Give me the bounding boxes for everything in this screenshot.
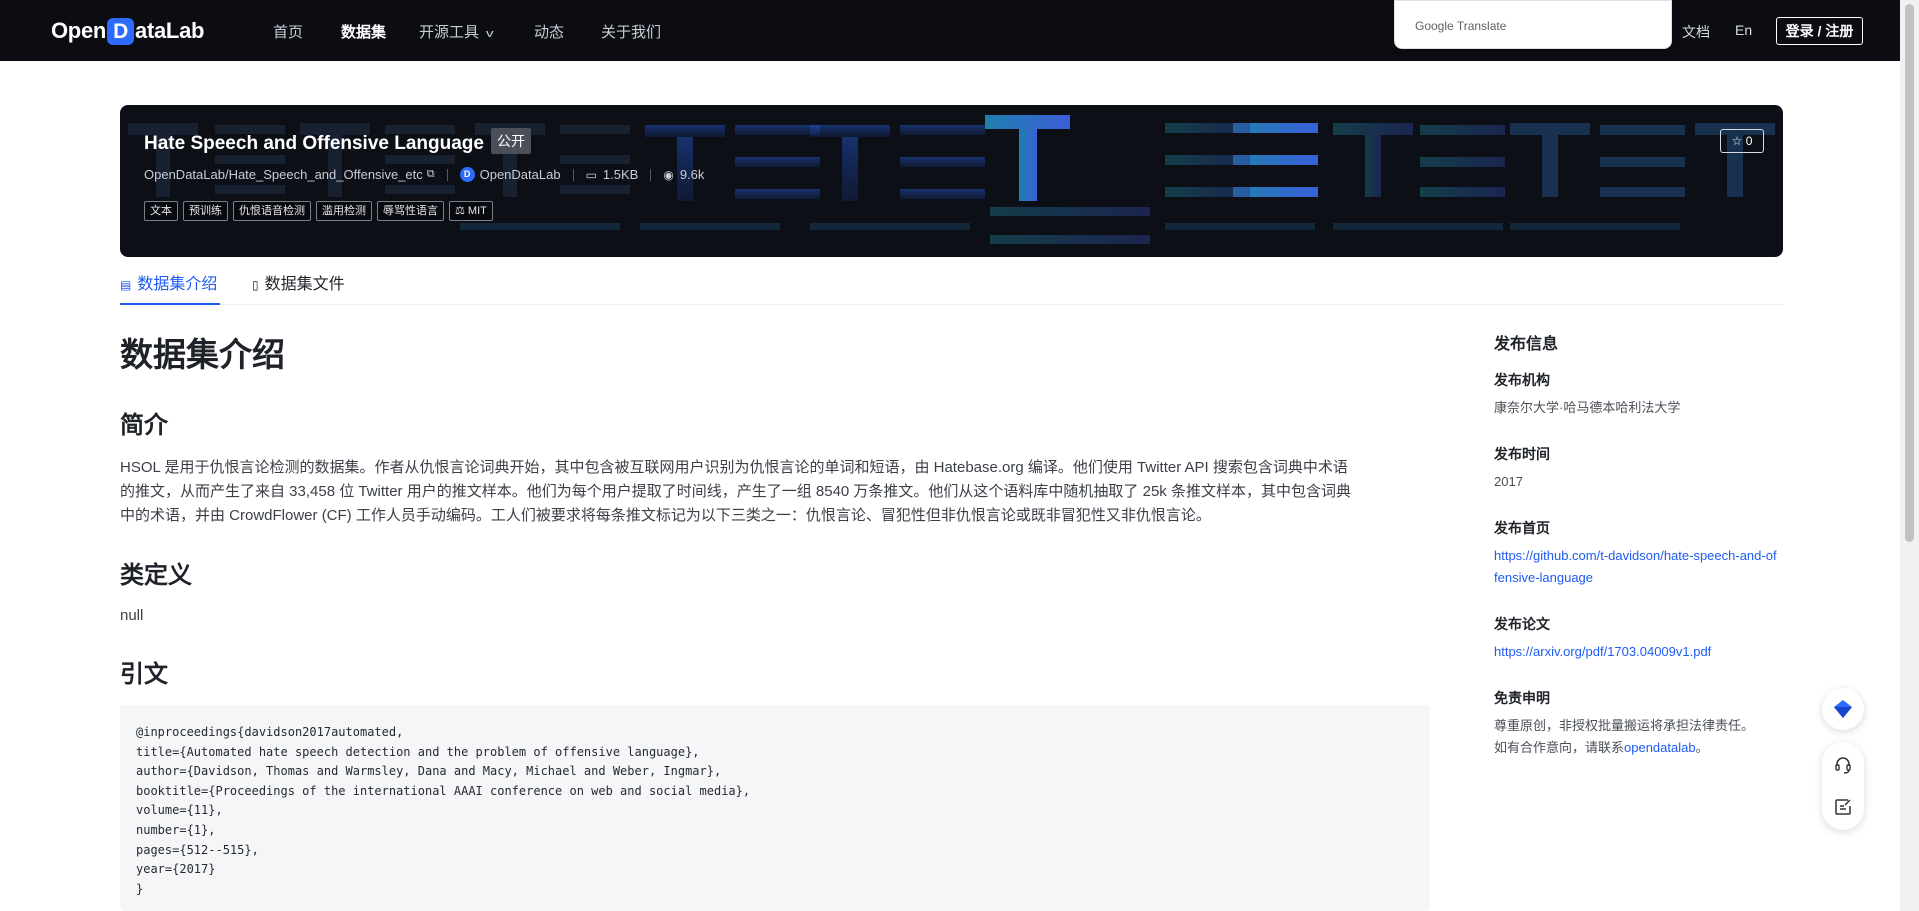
google-translate-label: Google Translate (1415, 19, 1507, 33)
tab-dataset-files-label: 数据集文件 (264, 276, 345, 293)
dataset-org[interactable]: OpenDataLab (480, 167, 561, 182)
float-action-group (1822, 742, 1864, 830)
release-time-label: 发布时间 (1494, 446, 1550, 462)
org-avatar: D (459, 167, 475, 182)
chevron-down-icon: v (485, 28, 494, 40)
meta-divider (572, 168, 574, 181)
nav-docs[interactable]: 文档 (1682, 22, 1710, 42)
dataset-views: 9.6k (679, 167, 705, 182)
star-count: 0 (1745, 134, 1753, 148)
customer-service-button[interactable] (1822, 744, 1864, 786)
nav-datasets[interactable]: 数据集 (341, 21, 386, 42)
headset-icon (1835, 757, 1851, 774)
disclaimer-suffix: 。 (1695, 740, 1709, 755)
intro-heading: 简介 (120, 412, 168, 439)
disclaimer-text: 尊重原创，非授权批量搬运将承担法律责任。 如有合作意向，请联系opendatal… (1494, 715, 1779, 759)
top-navbar: Open D ataLab 首页 数据集 开源工具 v 动态 关于我们 Googl… (0, 0, 1900, 61)
intro-line: 的推文，从而产生了来自 33,458 位 Twitter 用户的推文样本。他们为… (120, 483, 1351, 500)
code-line: title={Automated hate speech detection a… (136, 744, 700, 759)
google-translate-widget[interactable]: Google Translate (1394, 0, 1672, 49)
contact-link[interactable]: opendatalab (1624, 740, 1696, 755)
nav-tools[interactable]: 开源工具 v (419, 21, 494, 42)
feedback-button[interactable] (1822, 786, 1864, 828)
page-scrollbar[interactable] (1900, 0, 1919, 911)
copy-icon[interactable]: ⧉ (427, 168, 435, 181)
tag-abuse-detection[interactable]: 滥用检测 (316, 201, 372, 221)
publisher-label: 发布机构 (1494, 372, 1550, 388)
publisher-value: 康奈尔大学·哈马德本哈利法大学 (1494, 400, 1681, 415)
logo-mark: D (107, 17, 135, 45)
disclaimer-line: 尊重原创，非授权批量搬运将承担法律责任。 (1494, 718, 1755, 733)
dataset-tags: 文本 预训练 仇恨语音检测 滥用检测 辱骂性语言 ⚖ MIT (144, 201, 493, 221)
dataset-title: Hate Speech and Offensive Language (144, 133, 484, 154)
nav-tools-label: 开源工具 (419, 24, 480, 41)
citation-heading: 引文 (120, 661, 168, 688)
opendatalab-logo[interactable]: Open D ataLab (51, 17, 204, 45)
code-line: year={2017} (136, 862, 216, 877)
nav-news[interactable]: 动态 (534, 21, 564, 42)
visibility-badge: 公开 (491, 128, 531, 154)
tab-dataset-intro[interactable]: ▤ 数据集介绍 (120, 270, 220, 305)
code-line: booktitle={Proceedings of the internatio… (136, 783, 751, 798)
intro-line: 中的术语，并由 CrowdFlower (CF) 工作人员手动编码。工人们被要求… (120, 507, 1211, 524)
paper-label: 发布论文 (1494, 616, 1550, 632)
release-info-title: 发布信息 (1494, 336, 1559, 353)
code-line: } (136, 881, 144, 896)
eye-icon: ◉ (663, 167, 674, 182)
scale-icon: ⚖ (455, 205, 468, 217)
tag-text[interactable]: 文本 (144, 201, 178, 221)
nav-home[interactable]: 首页 (273, 21, 303, 42)
tag-offensive-language[interactable]: 辱骂性语言 (377, 201, 444, 221)
disclaimer-label: 免责申明 (1494, 690, 1550, 706)
disclaimer-prefix: 如有合作意向，请联系 (1494, 740, 1625, 755)
intro-paragraph: HSOL 是用于仇恨言论检测的数据集。作者从仇恨言论词典开始，其中包含被互联网用… (120, 456, 1430, 528)
page-heading: 数据集介绍 (120, 336, 285, 373)
code-line: number={1}, (136, 822, 216, 837)
class-definition-heading: 类定义 (120, 562, 192, 589)
diamond-icon (1834, 700, 1852, 718)
meta-divider (650, 168, 652, 181)
assistant-float-button[interactable] (1822, 688, 1864, 730)
tab-dataset-files[interactable]: ▯ 数据集文件 (252, 270, 345, 305)
file-icon: ▯ (252, 278, 259, 292)
tag-license[interactable]: ⚖ MIT (449, 201, 493, 221)
logo-text-left: Open (51, 18, 107, 43)
homepage-link[interactable]: https://github.com/t-davidson/hate-speec… (1494, 548, 1777, 585)
scrollbar-thumb[interactable] (1905, 4, 1914, 542)
login-register-button[interactable]: 登录 / 注册 (1776, 17, 1863, 45)
dataset-meta-row: OpenDataLab/Hate_Speech_and_Offensive_et… (144, 167, 704, 182)
intro-line: HSOL 是用于仇恨言论检测的数据集。作者从仇恨言论词典开始，其中包含被互联网用… (120, 459, 1348, 476)
logo-text-right: ataLab (135, 18, 205, 43)
license-label: MIT (467, 205, 487, 217)
class-definition-value: null (120, 607, 144, 624)
meta-divider (446, 168, 448, 181)
tab-dataset-intro-label: 数据集介绍 (137, 276, 218, 293)
tag-pretrain[interactable]: 预训练 (183, 201, 228, 221)
nav-about[interactable]: 关于我们 (601, 21, 661, 42)
dataset-size: 1.5KB (602, 167, 639, 182)
code-line: volume={11}, (136, 803, 223, 818)
disclaimer-line: 如有合作意向，请联系opendatalab。 (1494, 737, 1779, 759)
citation-code-block[interactable]: @inproceedings{davidson2017automated, ti… (120, 705, 1430, 911)
dataset-hero-banner: Hate Speech and Offensive Language 公开 Op… (120, 105, 1783, 257)
homepage-value: https://github.com/t-davidson/hate-speec… (1494, 545, 1779, 589)
star-icon: ☆ (1731, 134, 1743, 148)
paper-link[interactable]: https://arxiv.org/pdf/1703.04009v1.pdf (1494, 644, 1711, 659)
code-line: author={Davidson, Thomas and Warmsley, D… (136, 764, 722, 779)
homepage-label: 发布首页 (1494, 520, 1550, 536)
star-button[interactable]: ☆ 0 (1720, 129, 1764, 153)
nav-lang-switch[interactable]: En (1735, 22, 1752, 38)
paper-value: https://arxiv.org/pdf/1703.04009v1.pdf (1494, 641, 1779, 663)
dataset-repo-path: OpenDataLab/Hate_Speech_and_Offensive_et… (144, 167, 423, 182)
code-line: pages={512--515}, (136, 842, 259, 857)
code-line: @inproceedings{davidson2017automated, (136, 725, 404, 739)
doc-icon: ▤ (120, 278, 132, 292)
tag-hate-speech-detection[interactable]: 仇恨语音检测 (233, 201, 311, 221)
dataset-tabs: ▤ 数据集介绍 ▯ 数据集文件 (120, 270, 1783, 305)
feedback-icon (1835, 799, 1851, 815)
disk-icon: ▭ (585, 167, 597, 182)
release-time-value: 2017 (1494, 474, 1523, 489)
